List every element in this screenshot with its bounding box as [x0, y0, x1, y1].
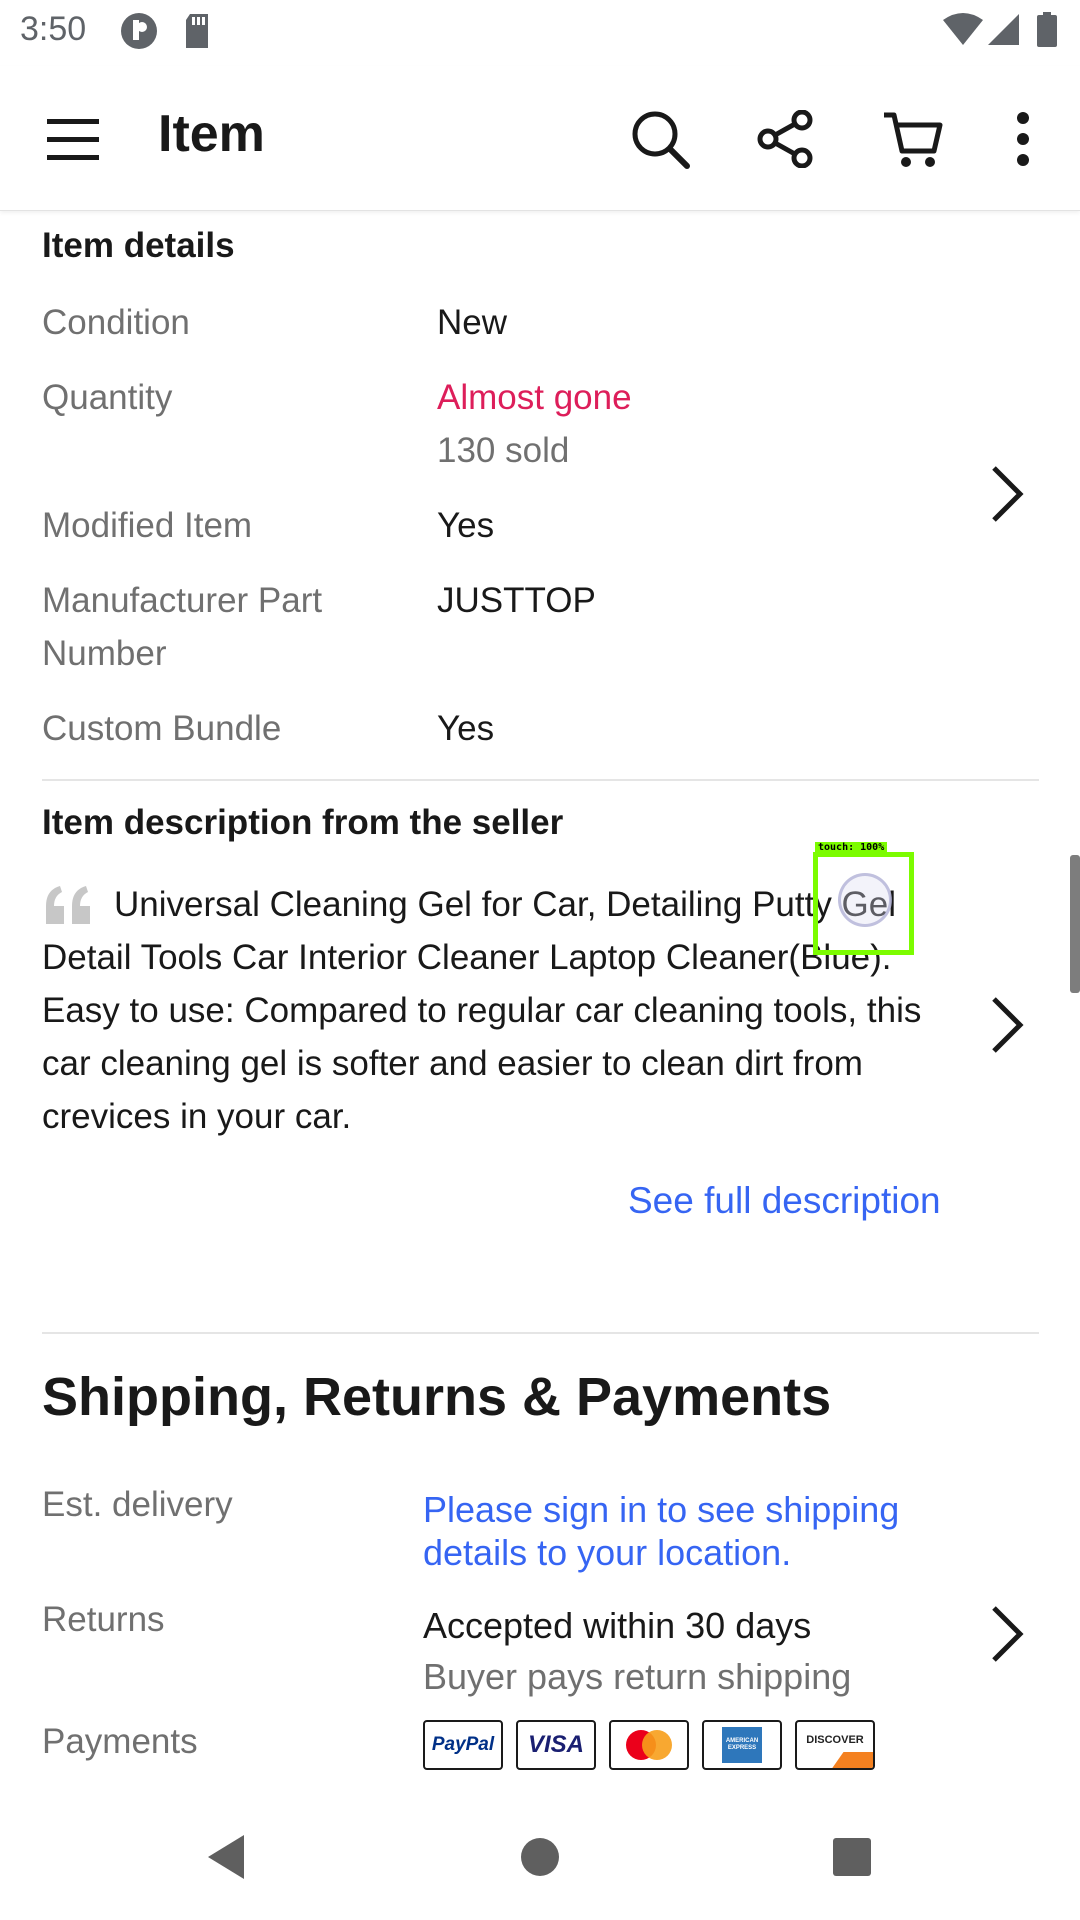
divider: [42, 779, 1039, 781]
returns-label: Returns: [42, 1600, 165, 1639]
quantity-sold: 130 sold: [437, 431, 570, 470]
sign-in-shipping-link[interactable]: Please sign in to see shipping: [423, 1488, 899, 1531]
search-icon[interactable]: [625, 104, 695, 174]
wifi-icon: [943, 13, 983, 45]
custom-bundle-value: Yes: [437, 709, 495, 748]
notification-icon: [121, 13, 157, 49]
recents-icon[interactable]: [831, 1832, 873, 1882]
sd-card-icon: [186, 14, 208, 48]
paypal-icon: PayPal: [423, 1720, 503, 1770]
app-bar: Item: [0, 66, 1080, 211]
chevron-right-icon[interactable]: [990, 995, 1024, 1055]
touch-indicator-box: [813, 852, 914, 955]
chevron-right-icon[interactable]: [990, 1604, 1024, 1664]
discover-icon: DISCOVER: [795, 1720, 875, 1770]
navigation-bar: [0, 1800, 1080, 1920]
modified-item-label: Modified Item: [42, 506, 253, 545]
signal-icon: [988, 14, 1019, 45]
scrollbar[interactable]: [1070, 855, 1080, 993]
modified-item-value: Yes: [437, 506, 495, 545]
quantity-label: Quantity: [42, 378, 173, 417]
payments-label: Payments: [42, 1722, 198, 1761]
chevron-right-icon[interactable]: [990, 464, 1024, 524]
battery-icon: [1037, 12, 1057, 47]
quantity-status: Almost gone: [437, 378, 632, 417]
status-time: 3:50: [20, 10, 87, 48]
cart-icon[interactable]: [878, 104, 948, 174]
back-icon[interactable]: [204, 1832, 248, 1882]
returns-value: Accepted within 30 days: [423, 1605, 812, 1646]
delivery-label: Est. delivery: [42, 1485, 233, 1524]
sign-in-shipping-link-line2[interactable]: details to your location.: [423, 1531, 791, 1574]
more-vert-icon[interactable]: [988, 104, 1058, 174]
custom-bundle-label: Custom Bundle: [42, 709, 282, 748]
returns-sub: Buyer pays return shipping: [423, 1656, 852, 1697]
menu-icon[interactable]: [38, 104, 108, 174]
shipping-heading: Shipping, Returns & Payments: [42, 1367, 832, 1427]
amex-icon: AMERICAN EXPRESS: [702, 1720, 782, 1770]
home-icon[interactable]: [520, 1832, 560, 1882]
mpn-label-line2: Number: [42, 634, 167, 673]
divider: [42, 1332, 1039, 1334]
page-title: Item: [158, 105, 265, 163]
condition-label: Condition: [42, 303, 190, 342]
description-heading: Item description from the seller: [42, 803, 564, 842]
mpn-label: Manufacturer Part: [42, 581, 323, 620]
visa-icon: VISA: [516, 1720, 596, 1770]
condition-value: New: [437, 303, 508, 342]
mpn-value: JUSTTOP: [437, 581, 596, 620]
mastercard-icon: [609, 1720, 689, 1770]
see-full-description-link[interactable]: See full description: [628, 1180, 941, 1222]
item-details-heading: Item details: [42, 226, 235, 265]
share-icon[interactable]: [750, 104, 820, 174]
touch-indicator-label: touch: 100%: [815, 842, 888, 853]
status-bar: 3:50: [0, 0, 1080, 66]
